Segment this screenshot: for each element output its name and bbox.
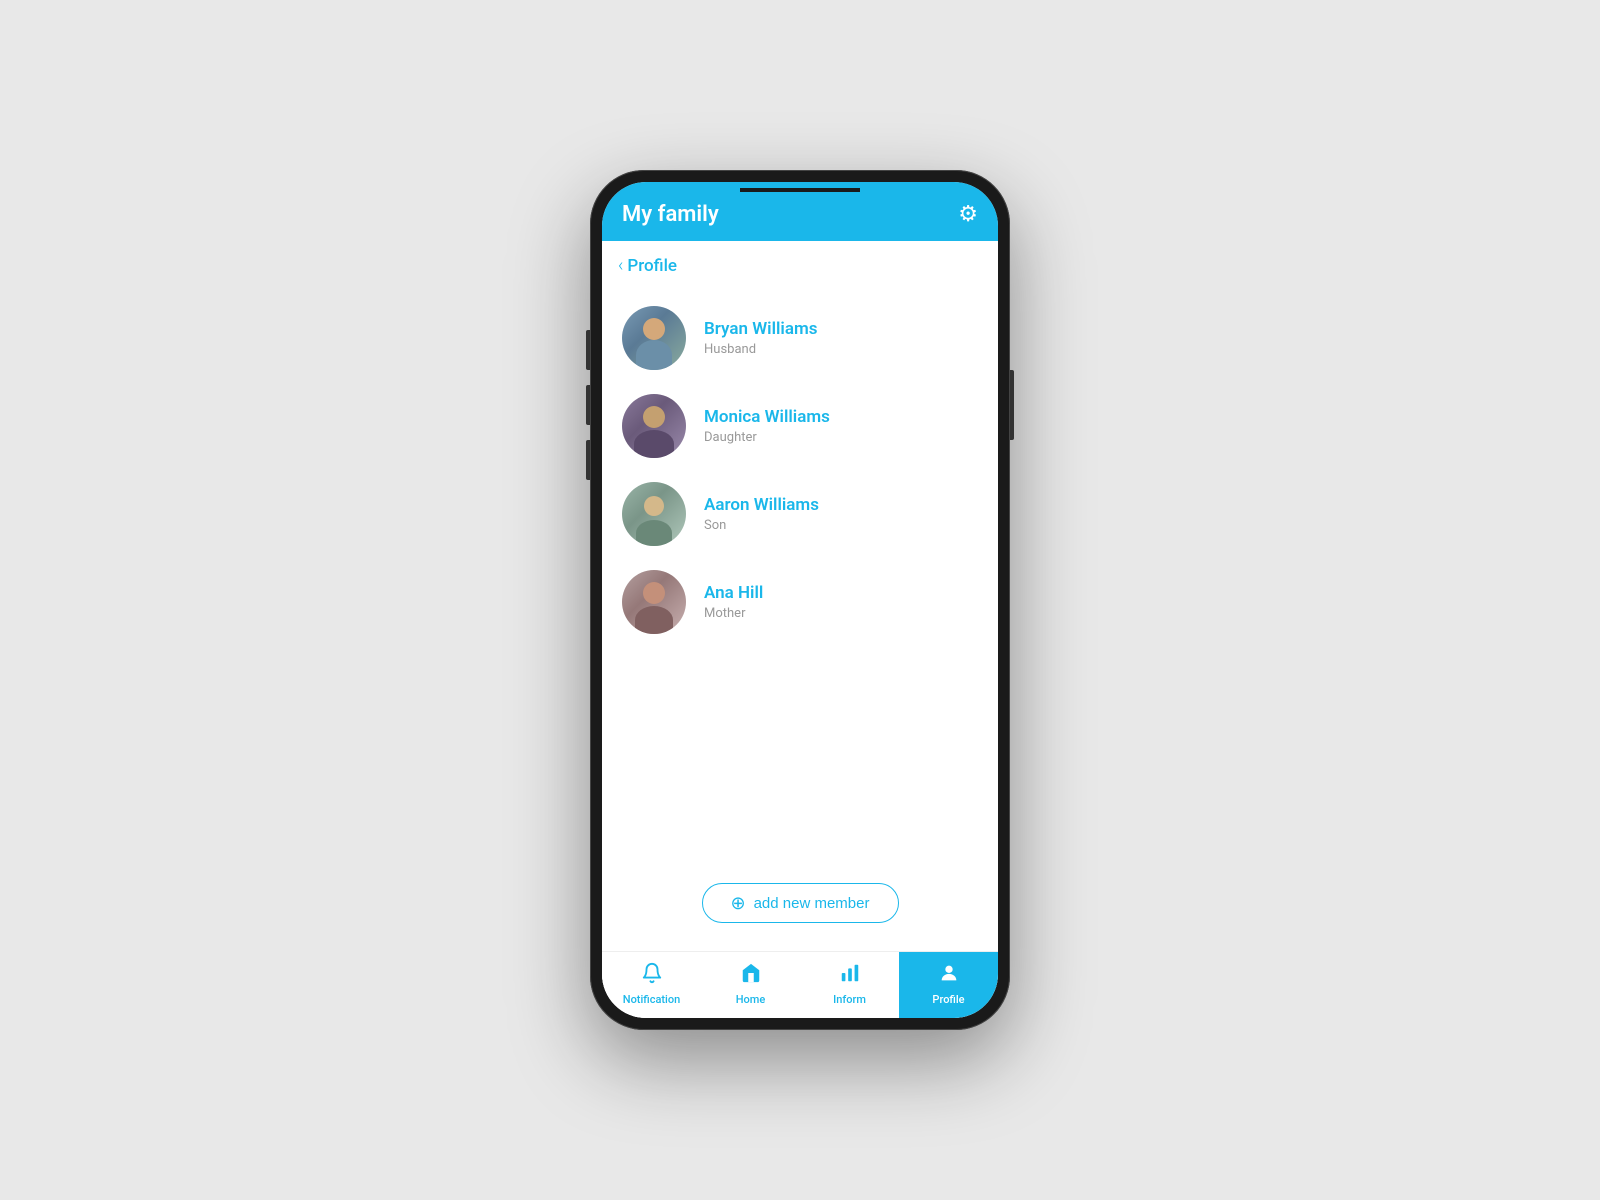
avatar [622,394,686,458]
nav-item-notification[interactable]: Notification [602,952,701,1018]
phone-frame: My family ⚙ ‹ Profile Bryan Williams Hus… [590,170,1010,1030]
member-name: Ana Hill [704,583,763,603]
back-label: Profile [627,256,677,276]
member-name: Monica Williams [704,407,830,427]
list-item[interactable]: Aaron Williams Son [602,470,998,558]
list-item[interactable]: Ana Hill Mother [602,558,998,646]
back-nav[interactable]: ‹ Profile [602,241,998,286]
phone-screen: My family ⚙ ‹ Profile Bryan Williams Hus… [602,182,998,1018]
member-info: Ana Hill Mother [704,583,763,621]
member-role: Husband [704,342,817,357]
member-name: Bryan Williams [704,319,817,339]
member-role: Mother [704,606,763,621]
member-info: Bryan Williams Husband [704,319,817,357]
list-item[interactable]: Monica Williams Daughter [602,382,998,470]
home-icon [740,962,762,990]
add-member-button[interactable]: ⊕ add new member [702,883,899,923]
add-member-label: add new member [754,895,870,912]
bottom-nav: Notification Home [602,951,998,1018]
notch-area [602,182,998,192]
top-bar: My family ⚙ [602,192,998,241]
add-btn-container: ⊕ add new member [602,863,998,951]
member-list: Bryan Williams Husband Monica Williams D… [602,286,998,863]
member-role: Daughter [704,430,830,445]
avatar [622,482,686,546]
list-item[interactable]: Bryan Williams Husband [602,294,998,382]
nav-item-profile[interactable]: Profile [899,952,998,1018]
nav-item-home[interactable]: Home [701,952,800,1018]
member-name: Aaron Williams [704,495,819,515]
notification-icon [641,962,663,990]
profile-icon [938,962,960,990]
back-chevron-icon: ‹ [618,255,623,276]
nav-label-inform: Inform [833,993,866,1006]
nav-item-inform[interactable]: Inform [800,952,899,1018]
settings-icon[interactable]: ⚙ [958,202,978,227]
nav-label-notification: Notification [623,993,680,1006]
avatar [622,570,686,634]
page-title: My family [622,202,719,227]
member-info: Aaron Williams Son [704,495,819,533]
add-circle-icon: ⊕ [731,894,746,912]
member-role: Son [704,518,819,533]
nav-label-profile: Profile [932,993,964,1006]
member-info: Monica Williams Daughter [704,407,830,445]
inform-icon [839,962,861,990]
content-area: ‹ Profile Bryan Williams Husband [602,241,998,951]
avatar [622,306,686,370]
nav-label-home: Home [736,993,766,1006]
